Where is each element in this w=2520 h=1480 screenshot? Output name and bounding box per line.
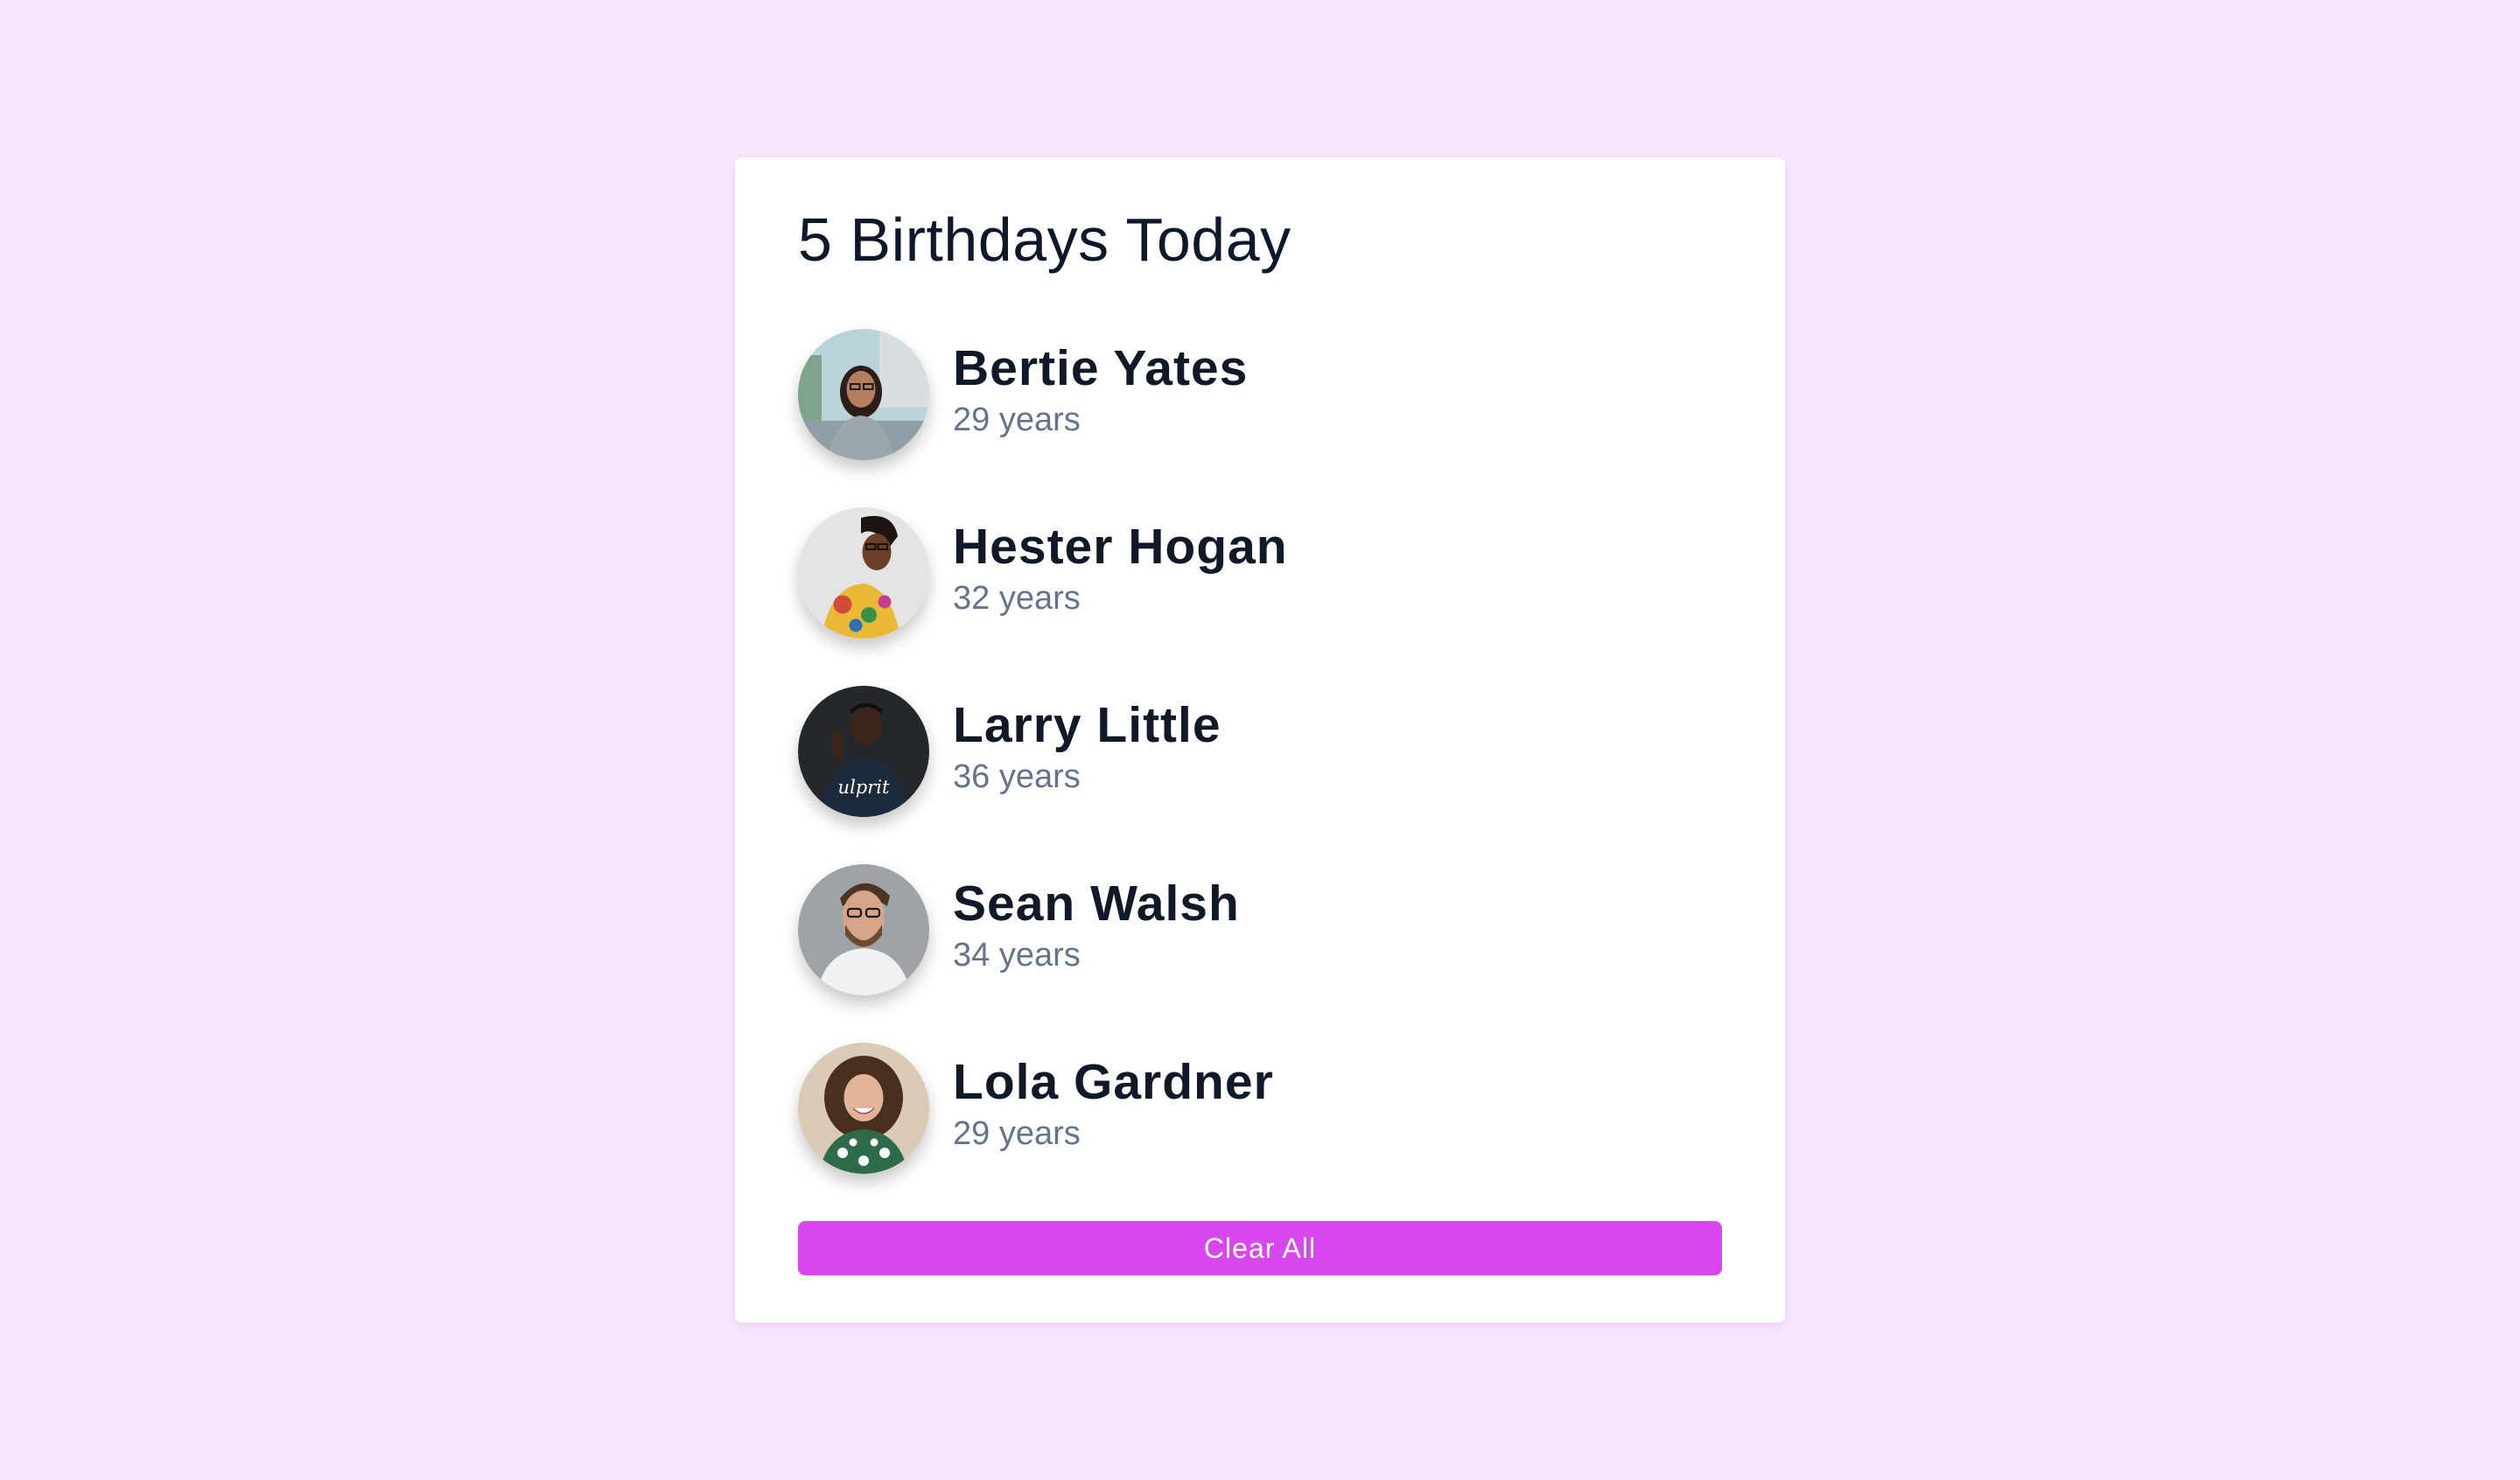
avatar bbox=[798, 864, 929, 995]
avatar-image bbox=[798, 864, 929, 995]
svg-text:ulprit: ulprit bbox=[838, 777, 890, 798]
person-name: Sean Walsh bbox=[953, 876, 1240, 932]
clear-all-button[interactable]: Clear All bbox=[798, 1221, 1722, 1275]
person-name: Hester Hogan bbox=[953, 519, 1288, 575]
avatar-image: ulprit bbox=[798, 686, 929, 817]
person-name: Bertie Yates bbox=[953, 340, 1249, 396]
avatar bbox=[798, 1043, 929, 1174]
list-item: Lola Gardner 29 years bbox=[798, 1043, 1722, 1174]
card-title: 5 Birthdays Today bbox=[798, 206, 1292, 274]
birthday-card: 5 Birthdays Today Bertie Yates 29 years … bbox=[735, 157, 1785, 1323]
person-age: 29 years bbox=[953, 401, 1081, 438]
person-age: 34 years bbox=[953, 937, 1081, 974]
avatar: ulprit bbox=[798, 686, 929, 817]
list-item: ulprit Larry Little 36 years bbox=[798, 686, 1722, 817]
avatar bbox=[798, 329, 929, 460]
list-item: Bertie Yates 29 years bbox=[798, 329, 1722, 460]
avatar bbox=[798, 507, 929, 639]
avatar-image bbox=[798, 1043, 929, 1174]
person-name: Lola Gardner bbox=[953, 1054, 1274, 1110]
person-info: Lola Gardner 29 years bbox=[953, 1053, 1274, 1155]
person-name: Larry Little bbox=[953, 697, 1222, 753]
person-age: 29 years bbox=[953, 1115, 1081, 1152]
avatar-image bbox=[798, 507, 929, 639]
person-info: Bertie Yates 29 years bbox=[953, 339, 1248, 441]
person-age: 36 years bbox=[953, 758, 1081, 795]
avatar-image bbox=[798, 329, 929, 460]
list-item: Sean Walsh 34 years bbox=[798, 864, 1722, 995]
person-age: 32 years bbox=[953, 580, 1081, 617]
list-item: Hester Hogan 32 years bbox=[798, 507, 1722, 639]
person-info: Sean Walsh 34 years bbox=[953, 875, 1240, 976]
person-info: Hester Hogan 32 years bbox=[953, 518, 1288, 619]
person-info: Larry Little 36 years bbox=[953, 696, 1222, 798]
